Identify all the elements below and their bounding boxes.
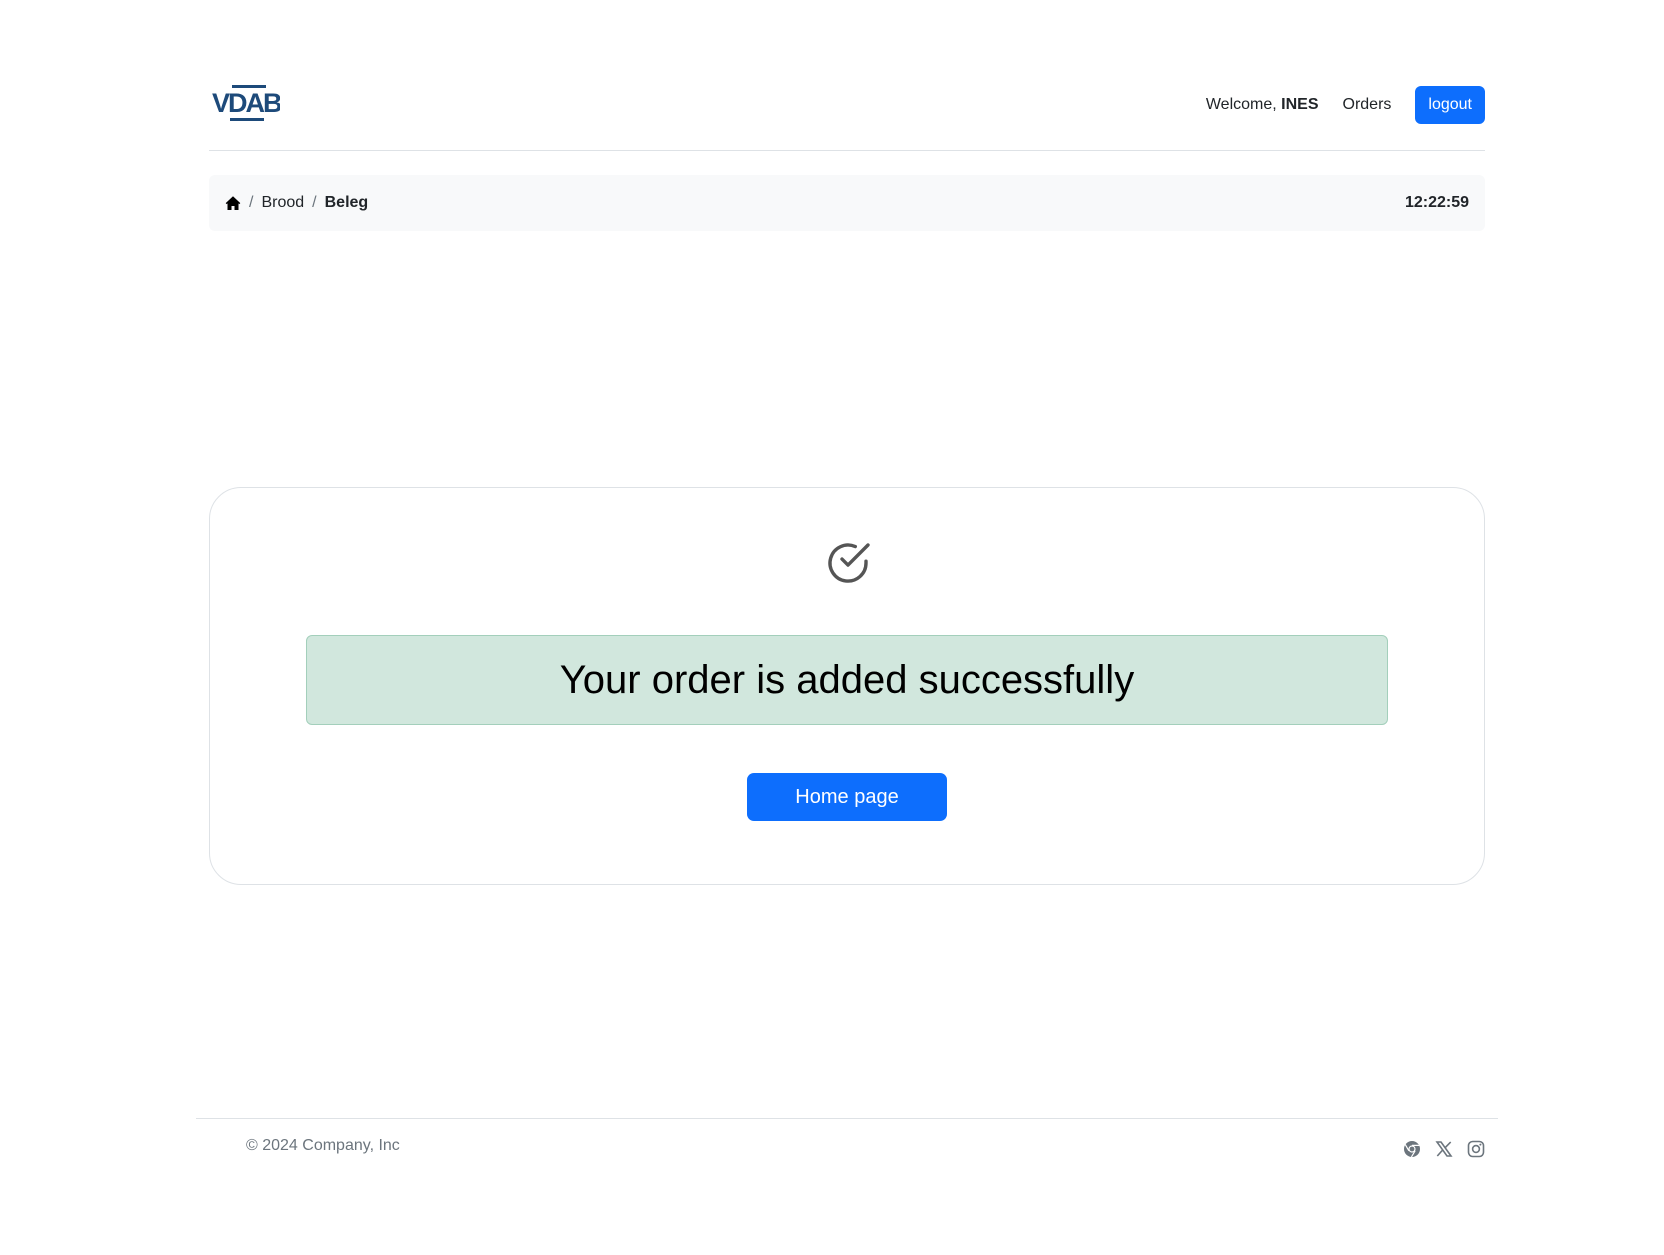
orders-link[interactable]: Orders [1343,96,1392,114]
breadcrumb: / Brood / Beleg [225,194,368,212]
svg-text:VDAB: VDAB [212,88,280,118]
home-page-button[interactable]: Home page [747,773,947,821]
welcome-prefix: Welcome, [1205,96,1277,113]
main-nav: Welcome, INES Orders logout [1206,86,1485,124]
home-icon[interactable] [225,195,241,211]
copyright-text: © 2024 Company, Inc [246,1137,400,1154]
welcome-text: Welcome, INES [1206,96,1319,114]
vdab-logo[interactable]: VDAB [212,85,280,123]
x-icon[interactable] [1434,1139,1454,1159]
success-card: Your order is added successfully Home pa… [209,487,1485,885]
breadcrumb-separator: / [312,194,317,211]
breadcrumb-separator: / [249,194,254,211]
chrome-icon[interactable] [1402,1139,1422,1159]
breadcrumb-bar: / Brood / Beleg 12:22:59 [209,175,1485,231]
success-message: Your order is added successfully [559,657,1135,702]
logout-button[interactable]: logout [1415,86,1485,124]
user-name: INES [1281,96,1319,113]
breadcrumb-item-brood[interactable]: Brood [261,194,304,212]
check-circle-icon [828,543,870,583]
site-footer: © 2024 Company, Inc [196,1118,1498,1158]
instagram-icon[interactable] [1466,1139,1486,1159]
clock: 12:22:59 [1404,194,1469,211]
breadcrumb-item-beleg: Beleg [324,194,369,211]
social-links [1402,1139,1486,1159]
site-header: VDAB Welcome, INES Orders logout [209,80,1485,151]
success-alert: Your order is added successfully [306,635,1388,725]
